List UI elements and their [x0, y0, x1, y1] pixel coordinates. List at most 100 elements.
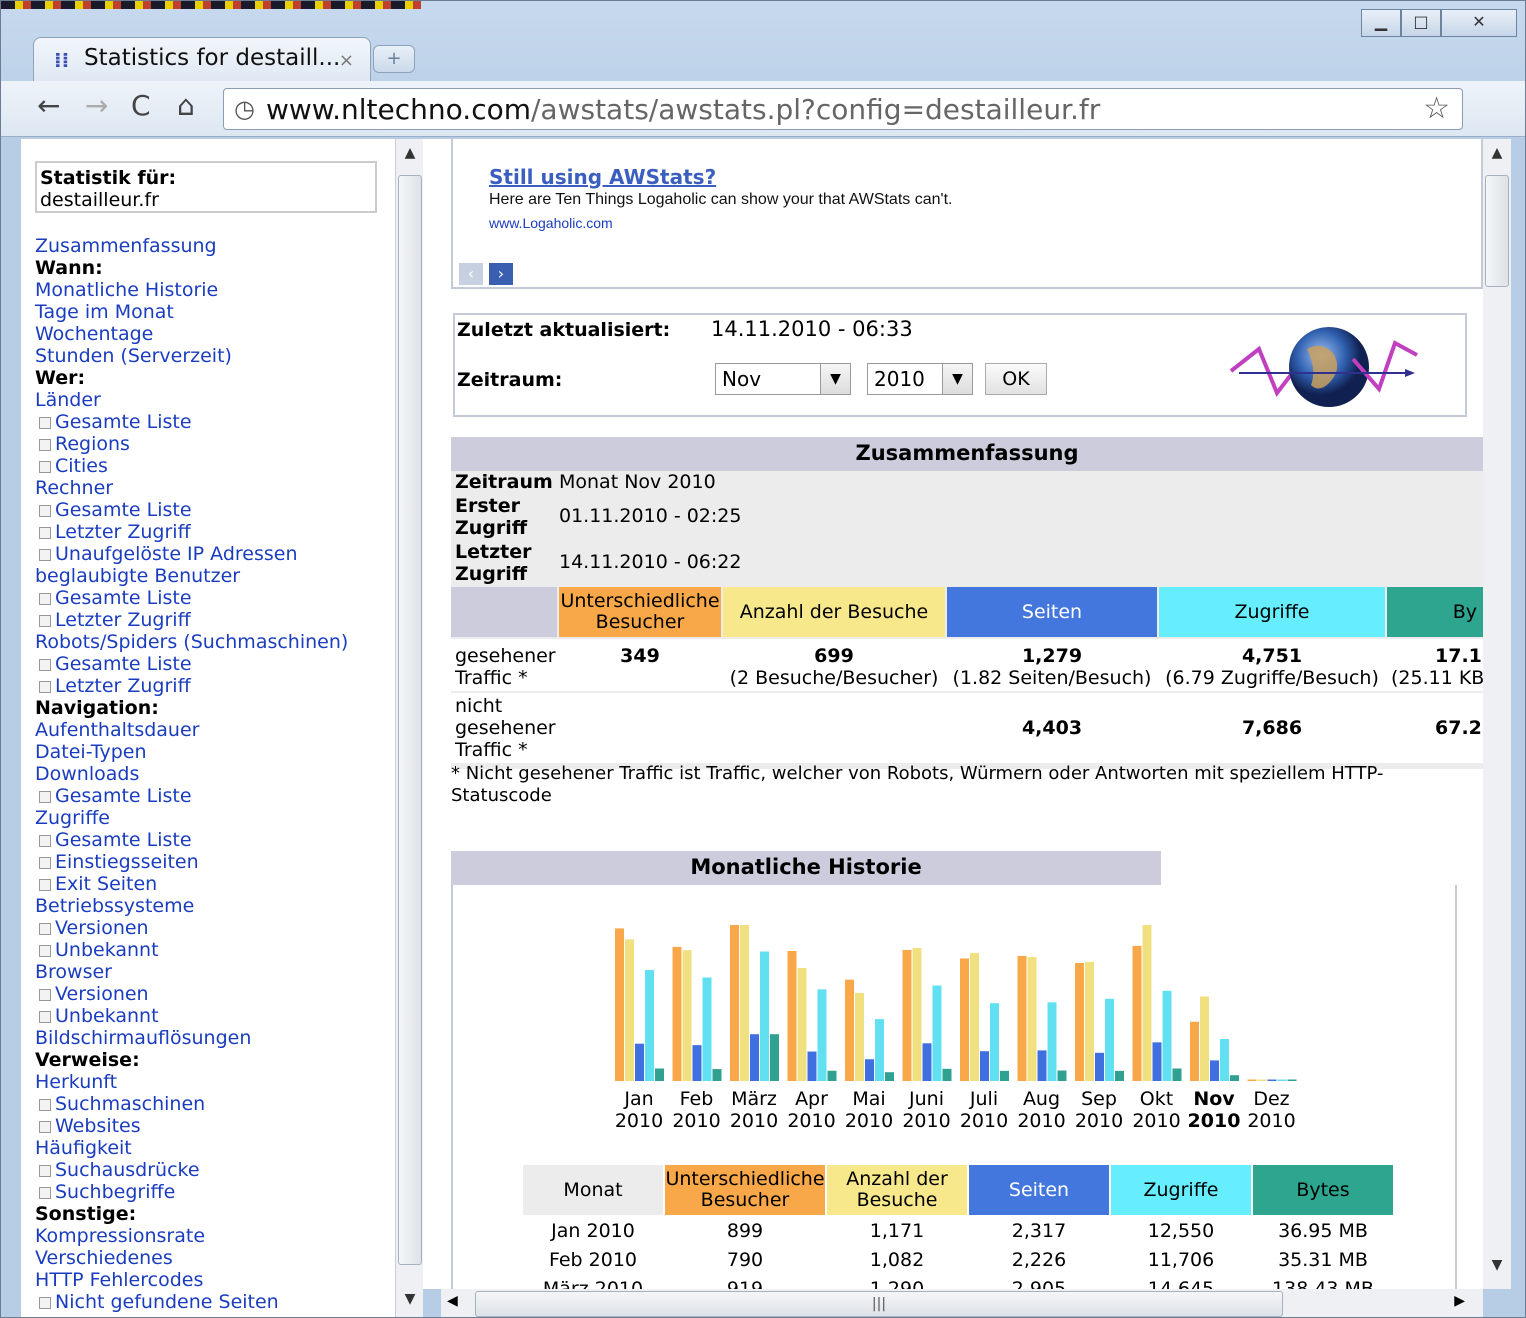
sidebar-item[interactable]: Monatliche Historie: [35, 279, 395, 301]
sidebar-item[interactable]: Häufigkeit: [35, 1137, 395, 1159]
sidebar-item[interactable]: Kompressionsrate: [35, 1225, 395, 1247]
scroll-left-icon[interactable]: ◀: [447, 1293, 458, 1309]
sidebar-item[interactable]: Länder: [35, 389, 395, 411]
ad-url-link[interactable]: www.Logaholic.com: [489, 215, 613, 231]
sidebar-item[interactable]: Cities: [35, 455, 395, 477]
ok-button[interactable]: OK: [985, 363, 1047, 395]
sidebar-item[interactable]: Letzter Zugriff: [35, 521, 395, 543]
chart-bar: [902, 949, 912, 1081]
sidebar-item[interactable]: Gesamte Liste: [35, 499, 395, 521]
sidebar-item[interactable]: Wochentage: [35, 323, 395, 345]
sidebar-item[interactable]: Versionen: [35, 983, 395, 1005]
chart-bar: [1075, 963, 1084, 1081]
sidebar-section-heading: Sonstige:: [35, 1203, 137, 1225]
sidebar-item[interactable]: Suchausdrücke: [35, 1159, 395, 1181]
chart-bar: [682, 950, 692, 1081]
sidebar-item[interactable]: Stunden (Serverzeit): [35, 345, 395, 367]
chart-bar: [635, 1043, 644, 1081]
sidebar-item[interactable]: Exit Seiten: [35, 873, 395, 895]
sidebar-item[interactable]: Versionen: [35, 917, 395, 939]
sidebar-item[interactable]: Suchbegriffe: [35, 1181, 395, 1203]
sidebar-item[interactable]: Websites: [35, 1115, 395, 1137]
new-tab-button[interactable]: +: [373, 45, 415, 73]
chart-bar: [1172, 1068, 1182, 1081]
main-scrollbar[interactable]: ▲ ▼: [1483, 139, 1511, 1289]
horizontal-scroll-thumb[interactable]: |||: [475, 1291, 1283, 1317]
ad-banner: Still using AWStats? Here are Ten Things…: [451, 139, 1483, 289]
scroll-down-icon[interactable]: ▼: [1487, 1257, 1507, 1273]
sidebar-scrollbar[interactable]: ▲ ▼: [395, 139, 423, 1317]
ad-prev-icon[interactable]: ‹: [459, 263, 483, 285]
bookmark-star-icon[interactable]: ☆: [1423, 91, 1450, 126]
sidebar-item[interactable]: Unbekannt: [35, 939, 395, 961]
sidebar-item[interactable]: Gesamte Liste: [35, 653, 395, 675]
sidebar-item[interactable]: Regions: [35, 433, 395, 455]
month-select[interactable]: Nov ▼: [715, 363, 851, 395]
ad-next-icon[interactable]: ›: [489, 263, 513, 285]
sidebar-item[interactable]: Einstiegsseiten: [35, 851, 395, 873]
summary-header-visits: Anzahl der Besuche: [723, 587, 945, 637]
close-tab-icon[interactable]: ×: [339, 50, 354, 71]
sidebar-item[interactable]: Letzter Zugriff: [35, 609, 395, 631]
sidebar-item[interactable]: Gesamte Liste: [35, 785, 395, 807]
sidebar-item[interactable]: beglaubigte Benutzer: [35, 565, 395, 587]
sidebar-item[interactable]: Gesamte Liste: [35, 411, 395, 433]
maximize-button[interactable]: □: [1401, 9, 1441, 37]
ad-title-link[interactable]: Still using AWStats?: [489, 165, 716, 189]
horizontal-scrollbar[interactable]: ◀ ||| ▶: [441, 1289, 1483, 1317]
address-bar[interactable]: ◷ www.nltechno.com/awstats/awstats.pl?co…: [223, 88, 1463, 130]
sidebar-item[interactable]: Bildschirmauflösungen: [35, 1027, 395, 1049]
scroll-right-icon[interactable]: ▶: [1454, 1293, 1465, 1309]
sidebar-item[interactable]: Gesamte Liste: [35, 587, 395, 609]
sidebar-item[interactable]: Nicht gefundene Seiten: [35, 1291, 395, 1313]
sidebar-item[interactable]: Downloads: [35, 763, 395, 785]
chart-bar: [1132, 945, 1142, 1081]
minimize-button[interactable]: ▁: [1361, 9, 1401, 37]
chart-bar: [1277, 1079, 1287, 1081]
sidebar-item[interactable]: Unaufgelöste IP Adressen: [35, 543, 395, 565]
chart-month-label: Juli: [969, 1088, 998, 1110]
sidebar-item[interactable]: Robots/Spiders (Suchmaschinen): [35, 631, 395, 653]
seen-hits-sub: (6.79 Zugriffe/Besuch): [1165, 667, 1379, 689]
sidebar-item[interactable]: Herkunft: [35, 1071, 395, 1093]
chart-year-label: 2010: [1188, 1110, 1241, 1132]
main-scroll-thumb[interactable]: [1485, 175, 1509, 287]
forward-icon[interactable]: →: [85, 89, 108, 122]
back-icon[interactable]: ←: [37, 89, 60, 122]
chart-bar: [1210, 1060, 1219, 1081]
sidebar-item[interactable]: Gesamte Liste: [35, 829, 395, 851]
scroll-up-icon[interactable]: ▲: [1487, 145, 1507, 161]
chart-bar: [1142, 925, 1152, 1081]
sidebar-item[interactable]: Aufenthaltsdauer: [35, 719, 395, 741]
chart-bar: [1287, 1079, 1297, 1081]
chart-bar: [730, 925, 739, 1081]
summary-header-hits: Zugriffe: [1159, 587, 1385, 637]
desktop-strip: [1, 1, 421, 9]
reload-icon[interactable]: C: [131, 89, 151, 122]
sidebar-item[interactable]: Betriebssysteme: [35, 895, 395, 917]
sidebar-item[interactable]: Tage im Monat: [35, 301, 395, 323]
year-select[interactable]: 2010 ▼: [867, 363, 973, 395]
sidebar-item[interactable]: HTTP Fehlercodes: [35, 1269, 395, 1291]
chart-bar: [980, 1051, 989, 1081]
scroll-down-icon[interactable]: ▼: [400, 1291, 420, 1307]
sidebar-item[interactable]: Suchmaschinen: [35, 1093, 395, 1115]
seen-hits: 4,751: [1241, 645, 1303, 667]
scroll-up-icon[interactable]: ▲: [400, 145, 420, 161]
sidebar-scroll-thumb[interactable]: [398, 175, 422, 1265]
sidebar-item[interactable]: Rechner: [35, 477, 395, 499]
chart-bar: [645, 970, 654, 1081]
history-table-header: Anzahl der Besuche: [827, 1165, 967, 1215]
home-icon[interactable]: ⌂: [177, 89, 195, 122]
chart-bar: [1105, 998, 1114, 1081]
sidebar-item[interactable]: Verschiedenes: [35, 1247, 395, 1269]
sidebar-item[interactable]: Zusammenfassung: [35, 235, 395, 257]
sidebar-item[interactable]: Datei-Typen: [35, 741, 395, 763]
sidebar-item[interactable]: Letzter Zugriff: [35, 675, 395, 697]
sidebar-item[interactable]: Zugriffe: [35, 807, 395, 829]
sidebar-item[interactable]: Browser: [35, 961, 395, 983]
close-window-button[interactable]: ✕: [1441, 9, 1517, 37]
sidebar-item[interactable]: Unbekannt: [35, 1005, 395, 1027]
browser-tab[interactable]: ⁞⁞ Statistics for destaill... ×: [33, 37, 371, 81]
chart-bar: [787, 950, 797, 1081]
